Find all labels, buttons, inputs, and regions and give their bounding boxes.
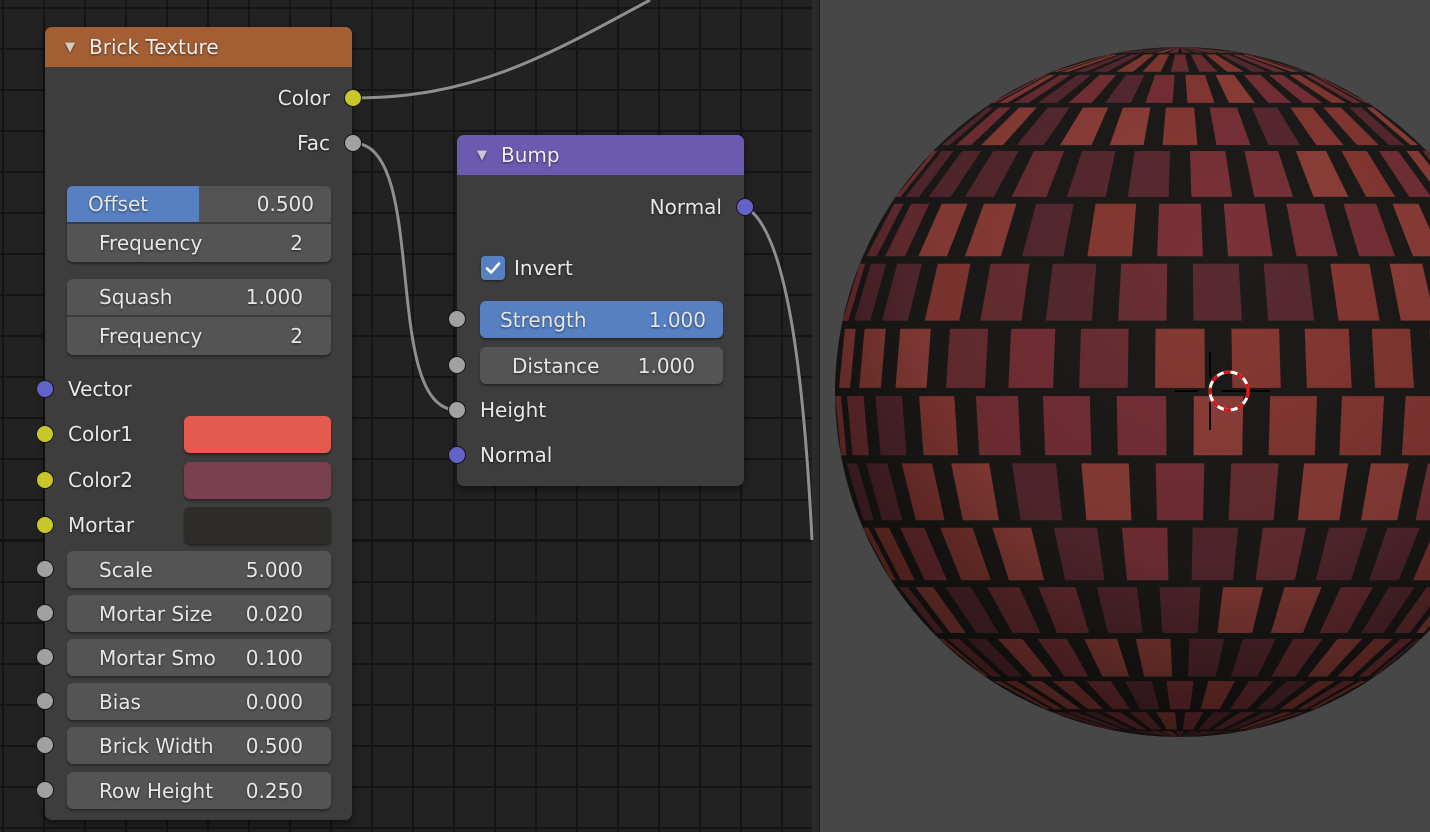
input-mortar-label: Mortar [68, 513, 135, 537]
bias-field[interactable]: Bias 0.000 [67, 683, 331, 720]
input-vector-label: Vector [68, 377, 132, 401]
offset-group: Offset 0.500 Frequency 2 [67, 186, 331, 262]
output-normal-label: Normal [649, 195, 722, 219]
distance-field[interactable]: Distance 1.000 [480, 347, 723, 384]
bump-normal-output-socket[interactable] [736, 198, 754, 216]
distance-label: Distance [512, 353, 600, 378]
strength-label: Strength [500, 307, 587, 332]
strength-input-socket[interactable] [448, 310, 466, 328]
bump-node[interactable]: ▼ Bump Normal Invert Strength 1.000 Dist… [457, 135, 744, 486]
brick-sphere[interactable] [820, 0, 1430, 832]
squash-label: Squash [99, 285, 173, 309]
sphere-shading [835, 47, 1430, 737]
scale-value: 5.000 [245, 557, 303, 582]
brick-texture-node[interactable]: ▼ Brick Texture Color Fac Offset 0.500 F… [45, 27, 352, 820]
bias-value: 0.000 [245, 689, 303, 714]
invert-checkbox[interactable] [481, 256, 505, 280]
squash-value: 1.000 [245, 285, 303, 309]
brick-width-label: Brick Width [99, 733, 214, 758]
bump-node-header[interactable]: ▼ Bump [457, 135, 744, 175]
color2-input-socket[interactable] [36, 471, 54, 489]
distance-input-socket[interactable] [448, 356, 466, 374]
output-color-label: Color [277, 86, 330, 110]
row-height-value: 0.250 [245, 778, 303, 803]
mortar-swatch[interactable] [184, 507, 331, 544]
squash-group: Squash 1.000 Frequency 2 [67, 279, 331, 355]
node-title: Bump [501, 143, 560, 167]
mortar-size-value: 0.020 [245, 601, 303, 626]
brick-width-value: 0.500 [245, 733, 303, 758]
mortar-size-field[interactable]: Mortar Size 0.020 [67, 595, 331, 632]
scale-label: Scale [99, 557, 153, 582]
mortar-smooth-value: 0.100 [245, 645, 303, 670]
input-height-label: Height [480, 398, 547, 422]
input-normal-label: Normal [480, 443, 553, 467]
mortar-smooth-label: Mortar Smo [99, 645, 216, 670]
color2-swatch[interactable] [184, 462, 331, 499]
scale-input-socket[interactable] [36, 560, 54, 578]
squash-field[interactable]: Squash 1.000 [67, 279, 331, 317]
bias-input-socket[interactable] [36, 692, 54, 710]
mortar-smooth-input-socket[interactable] [36, 648, 54, 666]
region-divider[interactable] [812, 0, 820, 832]
strength-slider[interactable]: Strength 1.000 [480, 301, 723, 338]
output-fac-label: Fac [297, 131, 330, 155]
input-color2-label: Color2 [68, 468, 133, 492]
offset-value: 0.500 [256, 192, 314, 216]
color1-input-socket[interactable] [36, 425, 54, 443]
vector-input-socket[interactable] [36, 380, 54, 398]
brick-width-field[interactable]: Brick Width 0.500 [67, 727, 331, 764]
squash-frequency-field[interactable]: Frequency 2 [67, 317, 331, 355]
offset-frequency-value: 2 [290, 231, 303, 255]
height-input-socket[interactable] [448, 401, 466, 419]
mortar-size-input-socket[interactable] [36, 604, 54, 622]
3d-viewport[interactable] [820, 0, 1430, 832]
row-height-input-socket[interactable] [36, 781, 54, 799]
color-output-socket[interactable] [344, 89, 362, 107]
color1-swatch[interactable] [184, 416, 331, 453]
offset-frequency-label: Frequency [99, 231, 203, 255]
squash-frequency-value: 2 [290, 324, 303, 348]
collapse-arrow-icon[interactable]: ▼ [477, 148, 487, 163]
mortar-input-socket[interactable] [36, 516, 54, 534]
input-color1-label: Color1 [68, 422, 133, 446]
row-height-field[interactable]: Row Height 0.250 [67, 772, 331, 809]
bias-label: Bias [99, 689, 141, 714]
invert-label: Invert [514, 256, 573, 280]
offset-frequency-field[interactable]: Frequency 2 [67, 224, 331, 262]
brick-texture-node-header[interactable]: ▼ Brick Texture [45, 27, 352, 67]
checkmark-icon [485, 262, 501, 274]
brick-width-input-socket[interactable] [36, 736, 54, 754]
bump-normal-input-socket[interactable] [448, 446, 466, 464]
collapse-arrow-icon[interactable]: ▼ [65, 40, 75, 55]
fac-output-socket[interactable] [344, 134, 362, 152]
distance-value: 1.000 [637, 353, 695, 378]
mortar-smooth-field[interactable]: Mortar Smo 0.100 [67, 639, 331, 676]
offset-slider[interactable]: Offset 0.500 [67, 186, 331, 224]
squash-frequency-label: Frequency [99, 324, 203, 348]
offset-label: Offset [88, 192, 149, 216]
scale-field[interactable]: Scale 5.000 [67, 551, 331, 588]
node-title: Brick Texture [89, 35, 219, 59]
strength-value: 1.000 [648, 307, 706, 332]
mortar-size-label: Mortar Size [99, 601, 213, 626]
row-height-label: Row Height [99, 778, 214, 803]
